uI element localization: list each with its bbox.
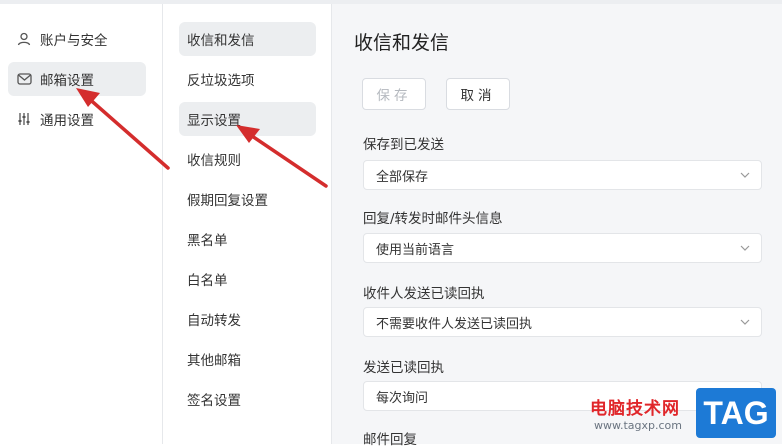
nav-item-account-security[interactable]: 账户与安全 xyxy=(8,22,146,56)
save-button[interactable]: 保存 xyxy=(362,78,426,110)
select-value: 不需要收件人发送已读回执 xyxy=(376,316,533,332)
subnav-item-anti-spam[interactable]: 反垃圾选项 xyxy=(179,62,316,96)
nav-item-label: 邮箱设置 xyxy=(40,73,94,89)
subnav-item-auto-forward[interactable]: 自动转发 xyxy=(179,302,316,336)
settings-category-nav: 账户与安全 邮箱设置 通用设置 xyxy=(0,4,162,444)
field-label-reply-header: 回复/转发时邮件头信息 xyxy=(363,211,503,227)
subnav-item-display-settings[interactable]: 显示设置 xyxy=(179,102,316,136)
mailbox-settings-subnav: 收信和发信 反垃圾选项 显示设置 收信规则 假期回复设置 黑名单 白名单 自动转… xyxy=(163,4,331,444)
subnav-item-signature-settings[interactable]: 签名设置 xyxy=(179,382,316,416)
select-value: 使用当前语言 xyxy=(376,242,455,258)
watermark-url: www.tagxp.com xyxy=(594,419,682,432)
subnav-item-receive-rules[interactable]: 收信规则 xyxy=(179,142,316,176)
settings-content-panel: 收信和发信 保存 取消 保存到已发送 全部保存 回复/转发时邮件头信息 使用当前… xyxy=(332,4,782,448)
subnav-item-other-mailboxes[interactable]: 其他邮箱 xyxy=(179,342,316,376)
subnav-item-label: 反垃圾选项 xyxy=(187,73,255,89)
field-label-recipient-read-receipt: 收件人发送已读回执 xyxy=(363,286,485,302)
subnav-item-label: 签名设置 xyxy=(187,393,241,409)
reply-header-select[interactable]: 使用当前语言 xyxy=(363,233,762,263)
mailbox-icon xyxy=(16,71,32,87)
chevron-down-icon xyxy=(740,319,750,325)
save-to-sent-select[interactable]: 全部保存 xyxy=(363,160,762,190)
chevron-down-icon xyxy=(740,172,750,178)
subnav-item-blacklist[interactable]: 黑名单 xyxy=(179,222,316,256)
select-value: 全部保存 xyxy=(376,169,429,185)
page-title: 收信和发信 xyxy=(354,32,450,54)
sliders-icon xyxy=(16,111,32,127)
subnav-item-label: 收信和发信 xyxy=(187,33,255,49)
select-value: 每次询问 xyxy=(376,390,429,406)
watermark-site-name: 电脑技术网 xyxy=(590,399,680,419)
watermark-tag-logo: TAG xyxy=(696,388,776,438)
nav-item-mailbox-settings[interactable]: 邮箱设置 xyxy=(8,62,146,96)
field-label-send-read-receipt: 发送已读回执 xyxy=(363,360,444,376)
recipient-read-receipt-select[interactable]: 不需要收件人发送已读回执 xyxy=(363,307,762,337)
subnav-item-label: 显示设置 xyxy=(187,113,241,129)
subnav-item-label: 收信规则 xyxy=(187,153,241,169)
subnav-item-label: 假期回复设置 xyxy=(187,193,268,209)
cancel-button[interactable]: 取消 xyxy=(446,78,510,110)
subnav-item-send-receive[interactable]: 收信和发信 xyxy=(179,22,316,56)
user-icon xyxy=(16,31,32,47)
field-label-save-to-sent: 保存到已发送 xyxy=(363,137,444,153)
nav-item-label: 账户与安全 xyxy=(40,33,108,49)
subnav-item-label: 白名单 xyxy=(187,273,228,289)
subnav-item-label: 黑名单 xyxy=(187,233,228,249)
site-watermark: 电脑技术网 www.tagxp.com TAG xyxy=(586,388,782,444)
subnav-item-label: 其他邮箱 xyxy=(187,353,241,369)
nav-item-general-settings[interactable]: 通用设置 xyxy=(8,102,146,136)
field-label-mail-reply: 邮件回复 xyxy=(363,432,417,448)
subnav-item-vacation-reply[interactable]: 假期回复设置 xyxy=(179,182,316,216)
subnav-item-label: 自动转发 xyxy=(187,313,241,329)
nav-item-label: 通用设置 xyxy=(40,113,94,129)
chevron-down-icon xyxy=(740,245,750,251)
subnav-item-whitelist[interactable]: 白名单 xyxy=(179,262,316,296)
